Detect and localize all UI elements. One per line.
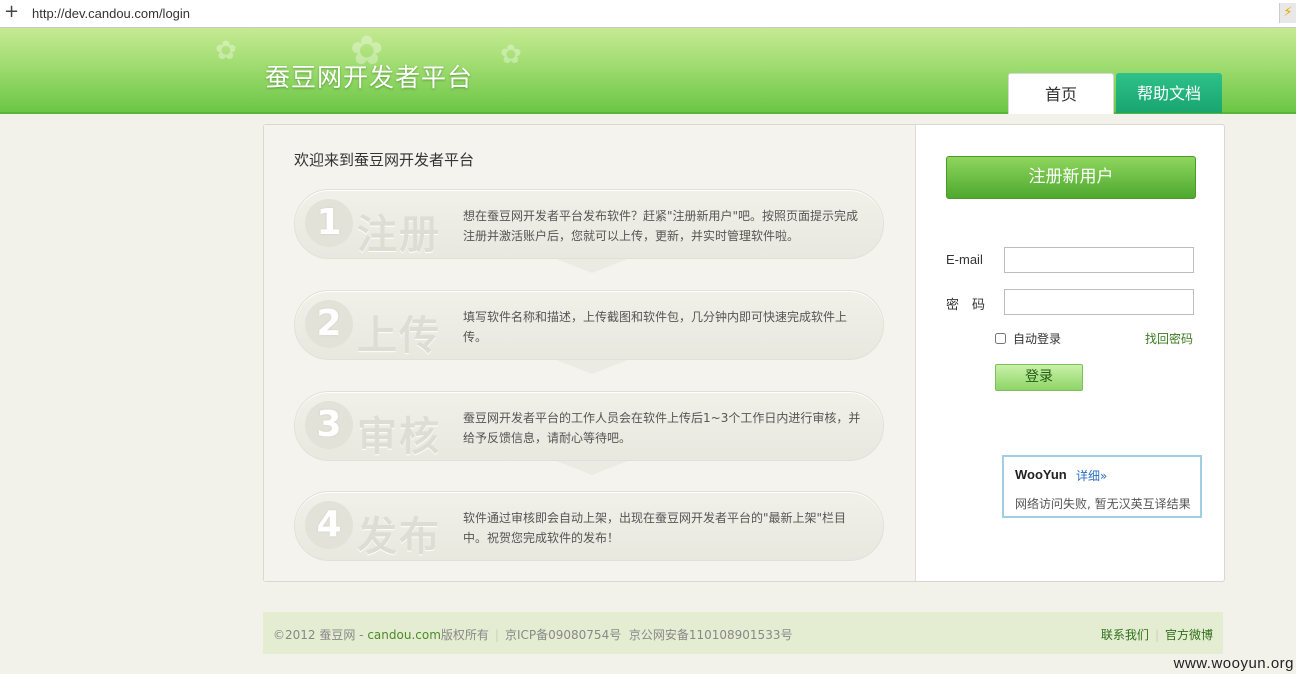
step-description: 软件通过审核即会自动上架，出现在蚕豆网开发者平台的"最新上架"栏目中。祝贺您完成… xyxy=(463,511,847,545)
footer-copyright: ©2012 蚕豆网 - candou.com版权所有 | 京ICP备09080754… xyxy=(273,626,792,643)
new-tab-icon[interactable]: + xyxy=(4,2,19,22)
lightning-icon[interactable]: ⚡ xyxy=(1279,3,1296,23)
step-number: 1 xyxy=(305,199,353,247)
step-description: 想在蚕豆网开发者平台发布软件？赶紧"注册新用户"吧。按照页面提示完成注册并激活账… xyxy=(463,209,859,243)
welcome-heading: 欢迎来到蚕豆网开发者平台 xyxy=(294,151,475,169)
auto-login-checkbox[interactable] xyxy=(995,333,1006,344)
copyright-suffix: 版权所有 xyxy=(440,628,489,642)
android-decor-icon: ✿ xyxy=(500,40,522,70)
step-description: 蚕豆网开发者平台的工作人员会在软件上传后1~3个工作日内进行审核，并给予反馈信息… xyxy=(463,411,861,445)
password-field[interactable] xyxy=(1004,289,1194,315)
tab-help-docs[interactable]: 帮助文档 xyxy=(1116,73,1222,113)
step-name: 发布 xyxy=(357,514,441,560)
forgot-password-link[interactable]: 找回密码 xyxy=(1145,330,1193,347)
register-button[interactable]: 注册新用户 xyxy=(946,156,1196,199)
wooyun-detail-link[interactable]: 详细» xyxy=(1076,467,1107,484)
step-number: 3 xyxy=(305,401,353,449)
footer-domain-link[interactable]: candou.com xyxy=(367,628,441,642)
watermark: www.wooyun.org xyxy=(1173,655,1294,672)
official-weibo-link[interactable]: 官方微博 xyxy=(1165,628,1213,642)
wooyun-title: WooYun xyxy=(1015,467,1067,482)
password-label: 密 码 xyxy=(946,297,986,312)
intro-section: 欢迎来到蚕豆网开发者平台 1 注册 想在蚕豆网开发者平台发布软件？赶紧"注册新用… xyxy=(264,125,916,581)
step-upload: 2 上传 填写软件名称和描述，上传截图和软件包，几分钟内即可快速完成软件上传。 xyxy=(294,290,884,360)
tab-home[interactable]: 首页 xyxy=(1008,73,1114,114)
main-panel: 欢迎来到蚕豆网开发者平台 1 注册 想在蚕豆网开发者平台发布软件？赶紧"注册新用… xyxy=(263,124,1225,582)
wooyun-translate-popup: WooYun 详细» 网络访问失败, 暂无汉英互译结果 xyxy=(1002,455,1202,518)
step-number: 4 xyxy=(305,501,353,549)
step-description: 填写软件名称和描述，上传截图和软件包，几分钟内即可快速完成软件上传。 xyxy=(463,310,848,344)
step-name: 注册 xyxy=(357,212,441,258)
browser-address-bar: + http://dev.candou.com/login ⚡ xyxy=(0,0,1296,28)
auto-login-label[interactable]: 自动登录 xyxy=(1013,330,1061,347)
step-name: 审核 xyxy=(357,414,441,460)
site-footer: ©2012 蚕豆网 - candou.com版权所有 | 京ICP备09080754… xyxy=(263,612,1223,654)
down-arrow-icon xyxy=(556,259,628,273)
police-record[interactable]: 京公网安备110108901533号 xyxy=(629,628,793,642)
step-publish: 4 发布 软件通过审核即会自动上架，出现在蚕豆网开发者平台的"最新上架"栏目中。… xyxy=(294,491,884,561)
footer-links: 联系我们 | 官方微博 xyxy=(1101,626,1213,643)
contact-us-link[interactable]: 联系我们 xyxy=(1101,628,1149,642)
footer-divider: | xyxy=(1154,628,1159,642)
login-button[interactable]: 登录 xyxy=(995,364,1083,391)
step-name: 上传 xyxy=(357,313,441,359)
step-number: 2 xyxy=(305,300,353,348)
step-review: 3 审核 蚕豆网开发者平台的工作人员会在软件上传后1~3个工作日内进行审核，并给… xyxy=(294,391,884,461)
email-label: E-mail xyxy=(946,252,983,267)
site-title[interactable]: 蚕豆网开发者平台 xyxy=(265,58,473,94)
copyright-prefix: ©2012 蚕豆网 - xyxy=(273,628,368,642)
email-field[interactable] xyxy=(1004,247,1194,273)
icp-number[interactable]: 京ICP备09080754号 xyxy=(505,628,621,642)
footer-divider: | xyxy=(494,628,499,642)
step-register: 1 注册 想在蚕豆网开发者平台发布软件？赶紧"注册新用户"吧。按照页面提示完成注… xyxy=(294,189,884,259)
site-header: ✿ ✿ ✿ 蚕豆网开发者平台 首页 帮助文档 xyxy=(0,28,1296,114)
down-arrow-icon xyxy=(556,461,628,475)
android-decor-icon: ✿ xyxy=(215,36,237,66)
address-url[interactable]: http://dev.candou.com/login xyxy=(32,6,190,21)
wooyun-message: 网络访问失败, 暂无汉英互译结果 xyxy=(1015,497,1191,511)
down-arrow-icon xyxy=(556,360,628,374)
